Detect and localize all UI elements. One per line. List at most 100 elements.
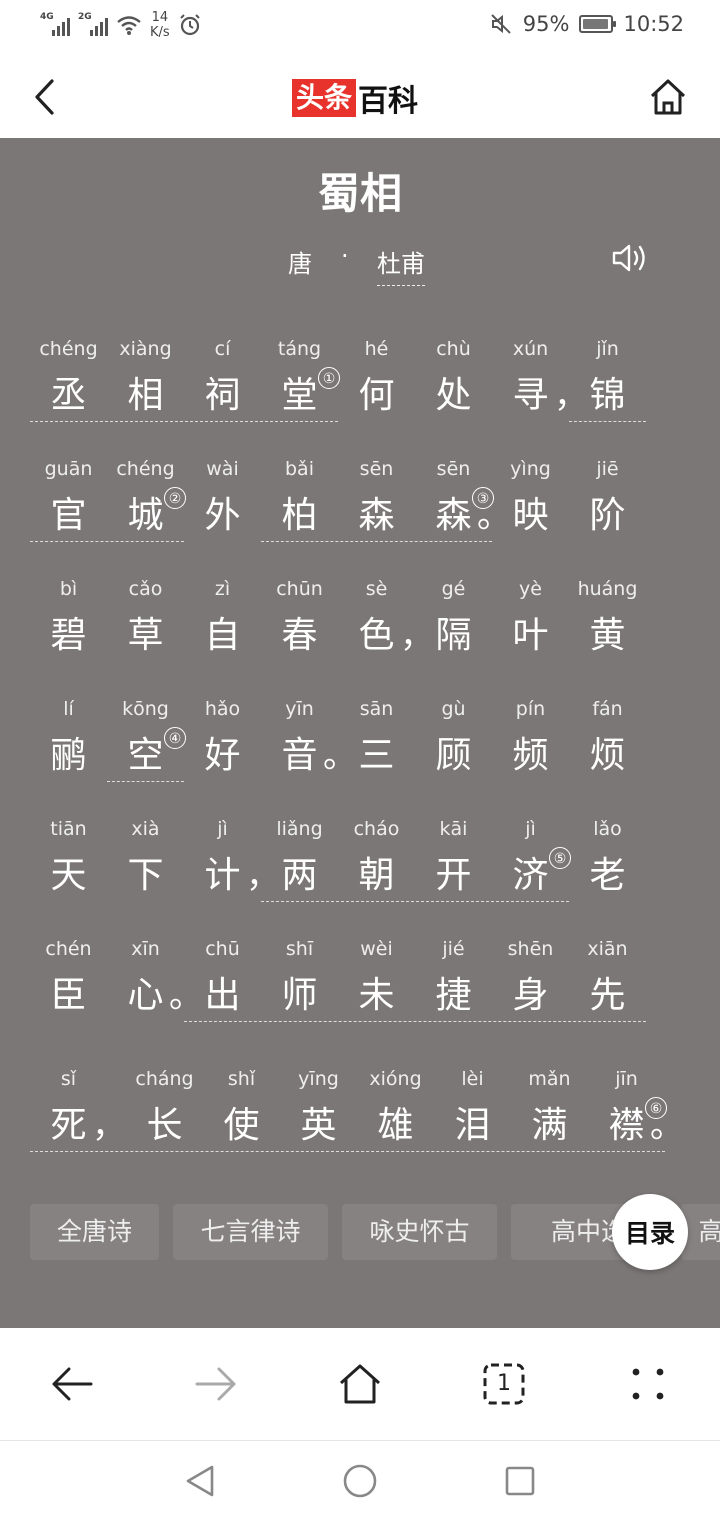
hanzi: 森 [358, 495, 395, 536]
hanzi: 雄 [377, 1105, 414, 1146]
pinyin: chù [436, 338, 471, 360]
pinyin: wèi [360, 938, 393, 960]
hanzi: 叶 [512, 615, 549, 656]
hanzi: 自 [204, 615, 241, 656]
hanzi: 何 [358, 375, 395, 416]
hanzi: 身 [512, 975, 549, 1016]
punctuation: 。 [323, 736, 357, 776]
browser-toolbar: 1 [0, 1328, 720, 1441]
tabs-count: 1 [497, 1371, 511, 1396]
hanzi: 先 [589, 975, 626, 1016]
pinyin: xún [512, 338, 549, 360]
home-button[interactable] [646, 74, 690, 120]
annotation-marker[interactable]: ② [164, 487, 186, 509]
square-recent-icon [505, 1466, 535, 1496]
hanzi: 好 [204, 735, 241, 776]
back-button[interactable] [24, 74, 64, 120]
speaker-icon [612, 244, 645, 272]
app-header: 头条 百科 [0, 56, 720, 138]
hanzi: 天 [50, 855, 87, 896]
punctuation: ， [400, 616, 434, 656]
pinyin: jǐn [596, 338, 619, 360]
logo-red-text: 头条 [292, 79, 357, 117]
hanzi: 捷 [435, 975, 472, 1016]
pinyin: pín [515, 698, 546, 720]
nav-home-button[interactable] [338, 1459, 382, 1503]
pinyin: zì [214, 578, 231, 600]
triangle-back-icon [186, 1465, 214, 1497]
pinyin: shī [285, 938, 314, 960]
browser-menu-button[interactable] [618, 1356, 678, 1412]
circle-home-icon [343, 1464, 377, 1498]
browser-forward-button[interactable] [186, 1356, 246, 1412]
hanzi: 下 [127, 855, 164, 896]
browser-back-button[interactable] [42, 1356, 102, 1412]
speed-value: 14 [151, 10, 169, 25]
hanzi: 臣 [50, 975, 87, 1016]
tag-chip[interactable]: 七言律诗 [173, 1204, 328, 1260]
network-speed: 14 K/s [150, 10, 170, 40]
hanzi: 英 [300, 1105, 337, 1146]
pinyin: chéng [39, 338, 98, 360]
battery-icon [579, 15, 617, 33]
pinyin: guān [44, 458, 93, 480]
punctuation: ， [92, 1106, 126, 1146]
browser-tabs-button[interactable]: 1 [474, 1356, 534, 1412]
hanzi: 处 [435, 375, 472, 416]
hanzi: 丞 [50, 375, 87, 416]
poem-meta: 唐 · 杜甫 [0, 240, 720, 286]
term-underline[interactable] [30, 421, 338, 422]
hanzi: 师 [281, 975, 318, 1016]
read-aloud-button[interactable] [610, 240, 650, 276]
hanzi: 未 [358, 975, 395, 1016]
pinyin: chéng [116, 458, 175, 480]
pinyin: lǎo [593, 818, 622, 840]
term-underline[interactable] [261, 541, 492, 542]
browser-home-button[interactable] [330, 1356, 390, 1412]
pinyin: hǎo [204, 698, 241, 720]
term-underline[interactable] [30, 1151, 665, 1152]
punctuation: 。 [650, 1106, 684, 1146]
pinyin: chén [45, 938, 92, 960]
mute-icon [491, 14, 511, 34]
hanzi: 朝 [358, 855, 395, 896]
pinyin: bì [59, 578, 78, 600]
status-bar: 4G 2G 14 K/s 95% 10:52 [0, 0, 720, 56]
punctuation: ， [246, 856, 280, 896]
annotation-marker[interactable]: ① [318, 367, 340, 389]
pinyin: sǐ [60, 1068, 77, 1090]
toc-button[interactable]: 目录 [612, 1194, 688, 1270]
pinyin: cháo [353, 818, 400, 840]
term-underline[interactable] [261, 901, 569, 902]
pinyin: jīn [615, 1068, 638, 1090]
hanzi: 开 [435, 855, 472, 896]
pinyin: xióng [369, 1068, 422, 1090]
tag-chip[interactable]: 咏史怀古 [342, 1204, 497, 1260]
poem-content: 蜀相 唐 · 杜甫 chéng 丞 xiàng 相 cí 祠 táng 堂 hé 何 chù 处 xún… [0, 138, 720, 1328]
punctuation: ， [554, 376, 588, 416]
pinyin: hé [364, 338, 389, 360]
system-nav-bar [0, 1441, 720, 1520]
term-underline[interactable] [107, 781, 184, 782]
pinyin: jì [217, 818, 228, 840]
status-left: 4G 2G 14 K/s [40, 10, 202, 40]
term-underline[interactable] [184, 1021, 646, 1022]
hanzi: 黄 [589, 615, 626, 656]
annotation-marker[interactable]: ④ [164, 727, 186, 749]
hanzi: 柏 [281, 495, 318, 536]
pinyin: wài [206, 458, 239, 480]
battery-percent: 95% [522, 12, 570, 36]
arrow-right-icon [195, 1367, 236, 1401]
tag-chip[interactable]: 全唐诗 [30, 1204, 159, 1260]
nav-recent-button[interactable] [498, 1459, 542, 1503]
nav-back-button[interactable] [178, 1459, 222, 1503]
arrow-left-icon [52, 1367, 93, 1401]
pinyin: xiàng [119, 338, 172, 360]
annotation-marker[interactable]: ⑤ [549, 847, 571, 869]
author-link[interactable]: 杜甫 [377, 244, 425, 286]
hanzi: 草 [127, 615, 164, 656]
hanzi: 春 [281, 615, 318, 656]
term-underline[interactable] [30, 541, 184, 542]
pinyin: fán [592, 698, 623, 720]
term-underline[interactable] [569, 421, 646, 422]
